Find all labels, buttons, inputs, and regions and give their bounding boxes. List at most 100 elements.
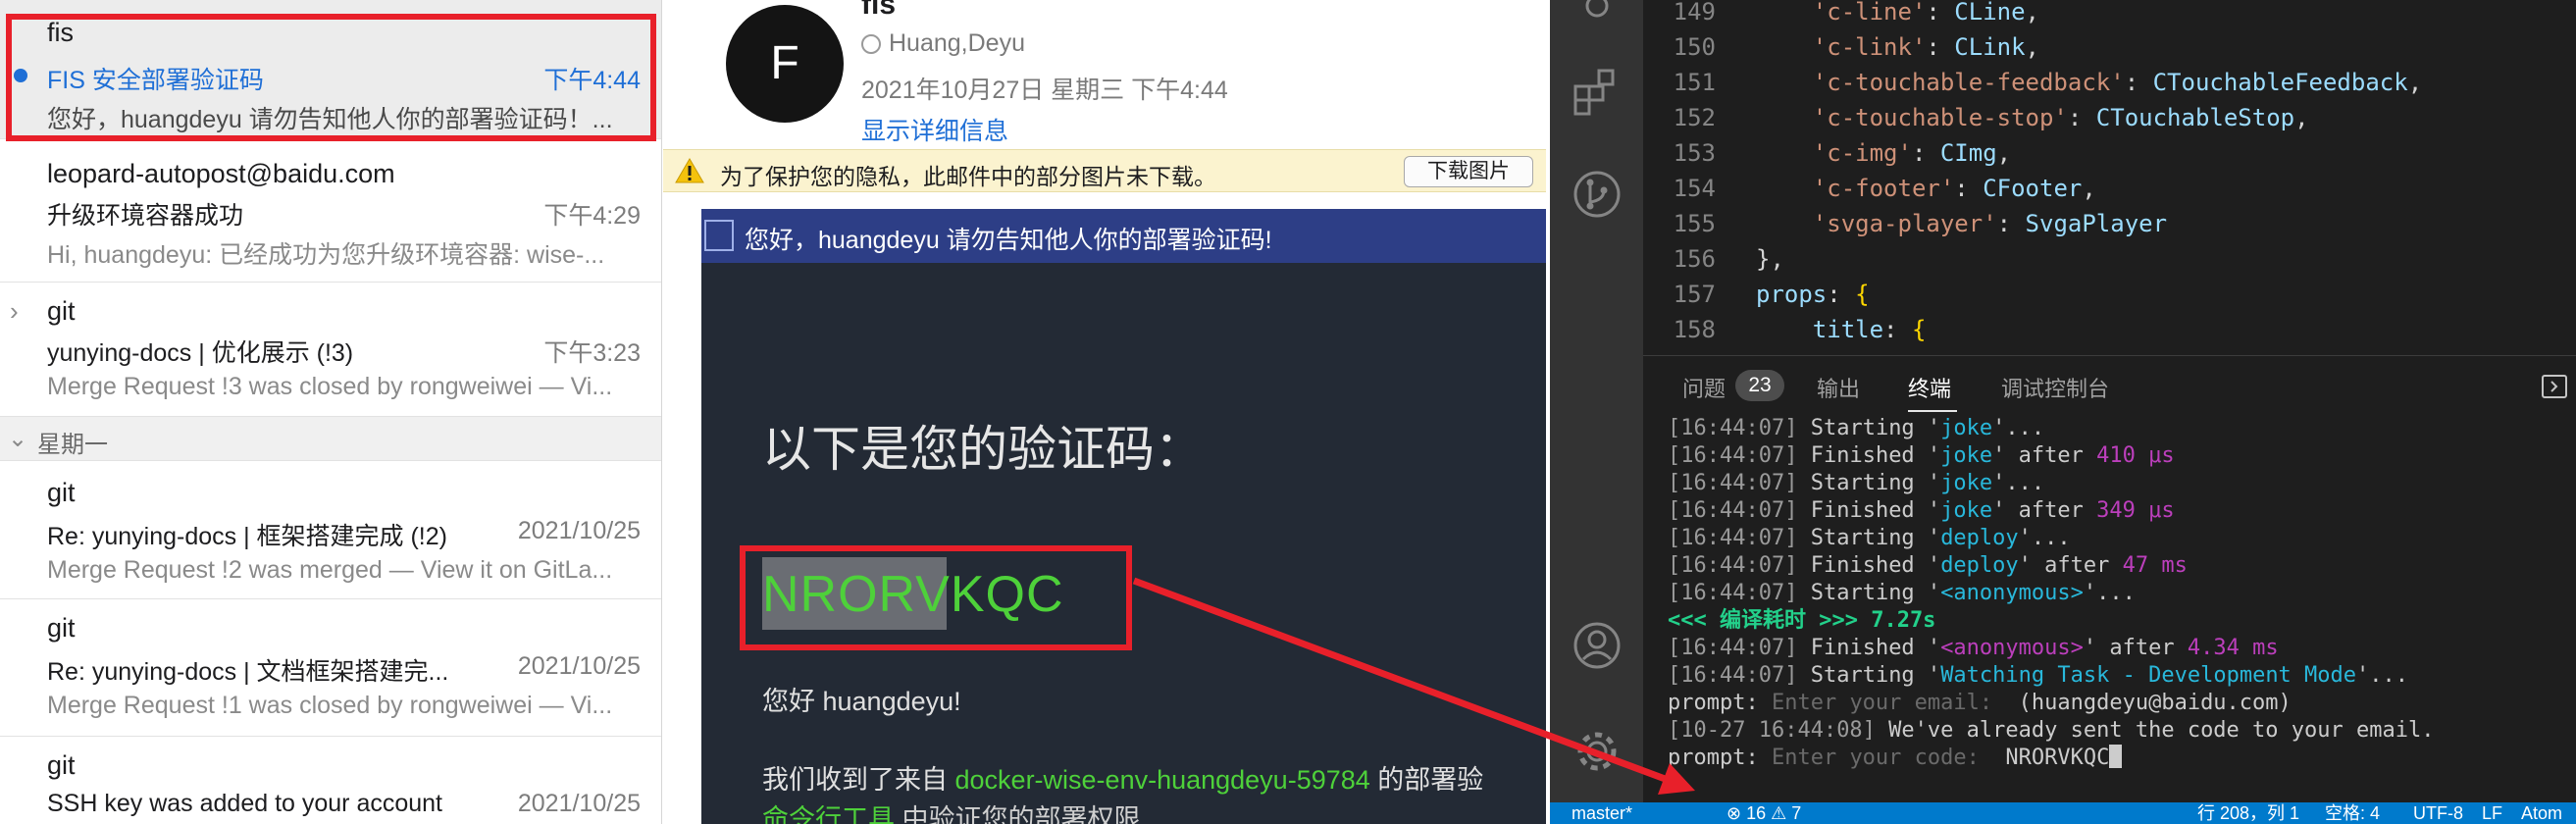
cli-tool-link[interactable]: 命令行工具 — [762, 804, 895, 824]
code-line: 155 'svga-player': SvgaPlayer — [1643, 206, 2576, 241]
message-date: 2021年10月27日 星期三 下午4:44 — [861, 77, 1228, 104]
line-ending[interactable]: LF — [2482, 802, 2502, 824]
log-verb: Starting — [1810, 663, 1915, 688]
cli-suffix: 中验证您的部署权限 — [895, 804, 1141, 824]
log-time: 10-27 16:44:08 — [1680, 718, 1863, 743]
log-verb: Finished — [1810, 553, 1915, 578]
line-source: }, — [1756, 241, 1784, 277]
environment-name: docker-wise-env-huangdeyu-59784 — [954, 765, 1370, 795]
code-value: CLink — [1954, 33, 2026, 61]
terminal-line: [16:44:07] Starting '<anonymous>'... — [1668, 581, 2136, 605]
log-duration: 410 μs — [2096, 443, 2175, 468]
line-source: 'c-footer': CFooter, — [1812, 175, 2096, 202]
mail-preview: Merge Request !1 was closed by rongweiwe… — [47, 692, 613, 719]
code-line: 156}, — [1643, 241, 2576, 277]
prompt-code-line[interactable]: prompt: Enter your code: NRORVKQC — [1668, 745, 2123, 772]
tab-debug-console[interactable]: 调试控制台 — [2001, 372, 2109, 403]
mail-preview: Hi, huangdeyu: 已经成功为您升级环境容器: wise-... — [47, 241, 605, 269]
problems-indicator[interactable]: ⊗ 16 ⚠ 7 — [1726, 802, 1801, 824]
log-verb: Starting — [1810, 471, 1915, 495]
bottom-panel: 问题 23 输出 终端 调试控制台 [16:44:07] Starting 'j… — [1643, 355, 2576, 802]
received-suffix: 的部署验 — [1369, 765, 1484, 795]
log-time: 16:44:07 — [1680, 636, 1785, 660]
mail-date: 2021/10/25 — [517, 517, 641, 544]
message-recipient[interactable]: Huang,Deyu — [861, 29, 1025, 58]
mail-sender: leopard-autopost@baidu.com — [47, 159, 395, 188]
log-task: joke — [1940, 471, 1993, 495]
show-details-link[interactable]: 显示详细信息 — [861, 112, 1008, 147]
terminal[interactable]: [16:44:07] Starting 'joke'... [16:44:07]… — [1668, 416, 2576, 803]
line-source: 'svga-player': SvgaPlayer — [1812, 210, 2168, 237]
log-task: deploy — [1940, 526, 2019, 550]
extensions-icon[interactable] — [1571, 67, 1623, 118]
account-icon[interactable] — [1571, 620, 1623, 671]
log-time: 16:44:07 — [1680, 581, 1785, 605]
panel-toggle-icon[interactable] — [2541, 374, 2568, 399]
annotation-box-mail — [6, 14, 656, 141]
annotation-box-code — [740, 545, 1132, 650]
branch-indicator[interactable]: master* — [1571, 802, 1632, 824]
mail-sender: git — [47, 613, 76, 643]
log-verb: Finished — [1810, 498, 1915, 523]
line-source: 'c-img': CImg, — [1812, 139, 2012, 167]
prompt-placeholder: Enter your email: — [1771, 691, 1993, 715]
code-key: 'c-link' — [1812, 33, 1927, 61]
mail-subject: Re: yunying-docs | 框架搭建完成 (!2) — [47, 523, 447, 550]
terminal-line: [16:44:07] Starting 'joke'... — [1668, 416, 2045, 440]
problems-count-badge: 23 — [1735, 370, 1784, 401]
privacy-banner: 为了保护您的隐私，此邮件中的部分图片未下载。 下载图片 — [663, 149, 1546, 192]
line-number: 153 — [1673, 139, 1716, 167]
code-editor[interactable]: 149 'c-line': CLine, 150 'c-link': CLink… — [1643, 0, 2576, 355]
code-key: 'svga-player' — [1812, 210, 1997, 237]
code-line: 153 'c-img': CImg, — [1643, 135, 2576, 171]
log-time: 16:44:07 — [1680, 526, 1785, 550]
code-value: CImg — [1939, 139, 1997, 167]
language-mode[interactable]: Atom — [2521, 802, 2562, 824]
code-brace: { — [1855, 281, 1870, 308]
cursor-position[interactable]: 行 208，列 1 — [2197, 802, 2299, 824]
line-source: props: { — [1756, 281, 1870, 308]
mail-sender: git — [47, 750, 76, 780]
log-rest: ... — [2031, 526, 2071, 550]
code-value: CTouchableFeedback — [2152, 69, 2408, 96]
debug-icon[interactable] — [1571, 0, 1623, 31]
log-rest: ... — [2369, 663, 2409, 688]
mail-item-git-ssh[interactable]: git SSH key was added to your account 20… — [0, 737, 661, 824]
email-header-bar: 您好，huangdeyu 请勿告知他人你的部署验证码! — [701, 209, 1546, 263]
log-verb: Finished — [1810, 443, 1915, 468]
code-line: 149 'c-line': CLine, — [1643, 0, 2576, 29]
mail-item-git-2[interactable]: git Re: yunying-docs | 框架搭建完成 (!2) 2021/… — [0, 462, 661, 599]
mail-preview: Merge Request !3 was closed by rongweiwe… — [47, 373, 613, 400]
line-source: 'c-touchable-stop': CTouchableStop, — [1812, 104, 2309, 131]
mail-subject: Re: yunying-docs | 文档框架搭建完... — [47, 658, 449, 686]
active-tab-indicator — [1908, 410, 1957, 412]
presence-circle-icon — [861, 34, 881, 54]
code-value: CTouchableStop — [2095, 104, 2295, 131]
git-graph-icon[interactable] — [1571, 169, 1623, 220]
line-number: 157 — [1673, 281, 1716, 308]
gear-icon[interactable] — [1571, 726, 1623, 777]
email-body: 您好，huangdeyu 请勿告知他人你的部署验证码! 以下是您的验证码： NR… — [701, 209, 1546, 824]
avatar: F — [726, 5, 844, 123]
indentation[interactable]: 空格: 4 — [2325, 802, 2380, 824]
section-header-monday[interactable]: ⌄ 星期一 — [0, 417, 661, 461]
download-images-button[interactable]: 下载图片 — [1404, 156, 1533, 187]
encoding[interactable]: UTF-8 — [2413, 802, 2463, 824]
tab-terminal[interactable]: 终端 — [1908, 372, 1951, 403]
chevron-right-icon[interactable]: › — [10, 296, 19, 327]
log-duration: 349 μs — [2096, 498, 2175, 523]
log-task: <anonymous> — [1940, 581, 2084, 605]
mail-sender: git — [47, 296, 76, 326]
sent-code-line: [10-27 16:44:08] We've already sent the … — [1668, 718, 2435, 743]
mail-item-git-thread[interactable]: › git yunying-docs | 优化展示 (!3) 下午3:23 Me… — [0, 283, 661, 417]
tab-problems[interactable]: 问题 — [1682, 372, 1726, 403]
line-source: 'c-line': CLine, — [1812, 0, 2039, 26]
log-after: after — [2031, 553, 2123, 578]
line-number: 158 — [1673, 316, 1716, 343]
mail-item-git-1[interactable]: git Re: yunying-docs | 文档框架搭建完... 2021/1… — [0, 599, 661, 737]
vscode-window: 149 'c-line': CLine, 150 'c-link': CLink… — [1550, 0, 2576, 824]
code-line: 158 title: { — [1643, 312, 2576, 347]
code-brace: { — [1911, 316, 1927, 343]
mail-item-leopard[interactable]: leopard-autopost@baidu.com 升级环境容器成功 下午4:… — [0, 147, 661, 283]
tab-output[interactable]: 输出 — [1817, 372, 1860, 403]
